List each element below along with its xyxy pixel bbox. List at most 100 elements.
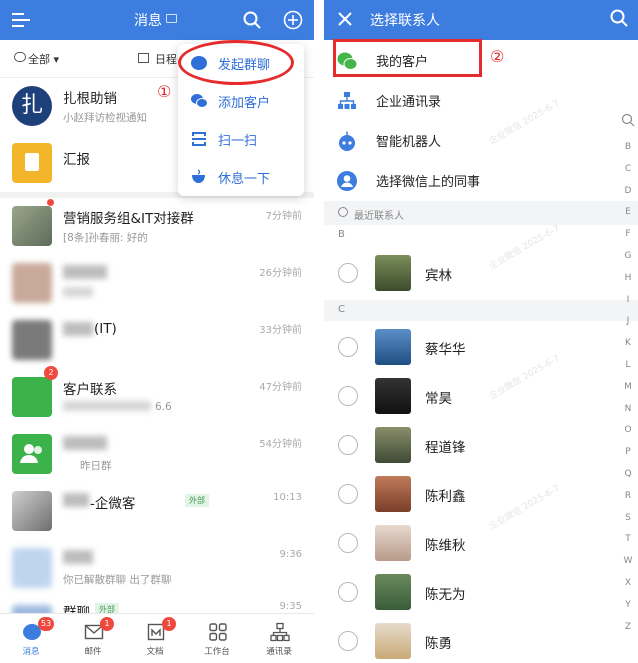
select-radio[interactable] [338, 435, 358, 455]
bottom-tab-bar: 消息 53 邮件 1 文档 1 工作台 通讯录 [0, 613, 314, 663]
chat-time: 10:13 [273, 492, 302, 503]
index-letter[interactable]: S [620, 513, 636, 523]
index-letter[interactable]: N [620, 404, 636, 414]
org-chart-icon [270, 622, 290, 642]
tab-workbench[interactable]: 工作台 [186, 614, 248, 663]
calendar-icon [138, 53, 149, 63]
menu-item-label: 扫一扫 [218, 134, 258, 149]
org-chart-icon [338, 92, 356, 109]
chat-name: 客户联系 [63, 382, 117, 398]
select-radio[interactable] [338, 533, 358, 553]
menu-item-take-break[interactable]: 休息一下 [178, 158, 304, 196]
index-letter[interactable]: K [620, 338, 636, 348]
wechat-colleagues-item[interactable]: 选择微信上的同事 [324, 160, 638, 200]
menu-item-label: 添加客户 [218, 96, 271, 111]
contact-name: 陈维秋 [425, 538, 466, 554]
avatar [375, 255, 411, 291]
filter-schedule[interactable]: 日程 [155, 51, 177, 67]
contact-row[interactable]: 蔡华华 [324, 323, 624, 372]
chat-time: 9:36 [279, 549, 302, 560]
unread-badge: 53 [38, 617, 55, 631]
index-letter[interactable]: T [620, 534, 636, 544]
index-letter[interactable]: P [620, 447, 636, 457]
avatar [375, 427, 411, 463]
chat-preview: [8条]孙春丽: 好的 [63, 232, 148, 244]
screen-icon [166, 14, 177, 23]
messages-panel: 消息 全部 ▾ 日程 扎 扎根助销 小赵拜访检视通知 汇报 营销服务组&IT对接… [0, 0, 314, 663]
tab-label: 工作台 [204, 647, 230, 657]
chat-name: 营销服务组&IT对接群 [63, 211, 194, 227]
chat-row[interactable]: 26分钟前 [0, 255, 314, 312]
filter-all[interactable]: 全部 ▾ [28, 51, 59, 67]
chat-time: 26分钟前 [259, 268, 302, 279]
customer-contact-icon [12, 377, 52, 417]
index-letter[interactable]: M [620, 382, 636, 392]
chat-row[interactable]: 营销服务组&IT对接群 [8条]孙春丽: 好的 7分钟前 [0, 198, 314, 402]
panel-gap [314, 0, 324, 663]
index-letter[interactable]: Z [620, 622, 636, 632]
tab-label: 通讯录 [266, 647, 292, 657]
index-letter[interactable]: Q [620, 469, 636, 479]
chat-preview: 你已解散群聊 出了群聊 [63, 574, 172, 586]
avatar [12, 263, 52, 303]
person-icon [337, 171, 357, 191]
unread-badge: 1 [162, 617, 176, 631]
select-radio[interactable] [338, 582, 358, 602]
contact-row[interactable]: 程道锋 [324, 421, 624, 470]
tab-label: 消息 [22, 647, 40, 657]
contact-row[interactable]: 宾林 [324, 249, 624, 298]
chat-name: 汇报 [63, 152, 90, 168]
index-letter[interactable]: Y [620, 600, 636, 610]
index-letter[interactable]: C [620, 164, 636, 174]
menu-item-add-customer[interactable]: 添加客户 [178, 82, 304, 120]
tab-messages[interactable]: 消息 53 [0, 614, 62, 663]
contact-row[interactable]: 陈无为 [324, 568, 624, 617]
item-label: 选择微信上的同事 [376, 175, 481, 190]
select-radio[interactable] [338, 484, 358, 504]
index-letter[interactable]: H [620, 273, 636, 283]
contact-name: 陈无为 [425, 587, 466, 603]
select-radio[interactable] [338, 386, 358, 406]
search-icon[interactable] [241, 9, 263, 31]
contact-row[interactable]: 常昊 [324, 372, 624, 421]
add-icon[interactable] [282, 9, 304, 31]
index-letter[interactable]: J [620, 316, 636, 326]
chat-row[interactable]: -企微客 外部 10:13 [0, 483, 314, 540]
index-letter[interactable]: F [620, 229, 636, 239]
enterprise-directory-item[interactable]: 企业通讯录 [324, 80, 638, 120]
index-letter[interactable]: W [620, 556, 636, 566]
external-tag: 外部 [185, 494, 209, 507]
select-radio[interactable] [338, 337, 358, 357]
menu-icon[interactable] [10, 9, 32, 31]
contact-name: 蔡华华 [425, 342, 466, 358]
avatar [375, 329, 411, 365]
messages-header: 消息 [0, 0, 314, 40]
index-letter[interactable]: D [620, 186, 636, 196]
index-letter[interactable]: G [620, 251, 636, 261]
select-radio[interactable] [338, 631, 358, 651]
index-letter[interactable]: B [620, 142, 636, 152]
index-letter[interactable]: O [620, 425, 636, 435]
select-radio[interactable] [338, 263, 358, 283]
close-icon[interactable] [334, 8, 356, 30]
search-icon[interactable] [608, 7, 630, 29]
tab-contacts[interactable]: 通讯录 [248, 614, 310, 663]
chat-row[interactable]: (IT) 33分钟前 [0, 312, 314, 369]
index-search-icon[interactable] [621, 113, 635, 127]
tab-docs[interactable]: 文档 1 [124, 614, 186, 663]
contact-row[interactable]: 陈勇 [324, 617, 624, 663]
index-letter[interactable]: X [620, 578, 636, 588]
unread-dot [47, 199, 54, 206]
chat-row[interactable]: 昨日群 54分钟前 [0, 426, 314, 483]
menu-item-scan[interactable]: 扫一扫 [178, 120, 304, 158]
index-letter[interactable]: R [620, 491, 636, 501]
contact-row[interactable]: 陈利鑫 [324, 470, 624, 519]
index-letter[interactable]: E [620, 207, 636, 217]
tab-mail[interactable]: 邮件 1 [62, 614, 124, 663]
scan-icon [192, 132, 206, 146]
contact-row[interactable]: 陈维秋 [324, 519, 624, 568]
smart-robot-item[interactable]: 智能机器人 [324, 120, 638, 160]
chat-row[interactable]: 你已解散群聊 出了群聊 9:36 [0, 540, 314, 597]
index-letter[interactable]: L [620, 360, 636, 370]
index-letter[interactable]: I [620, 295, 636, 305]
